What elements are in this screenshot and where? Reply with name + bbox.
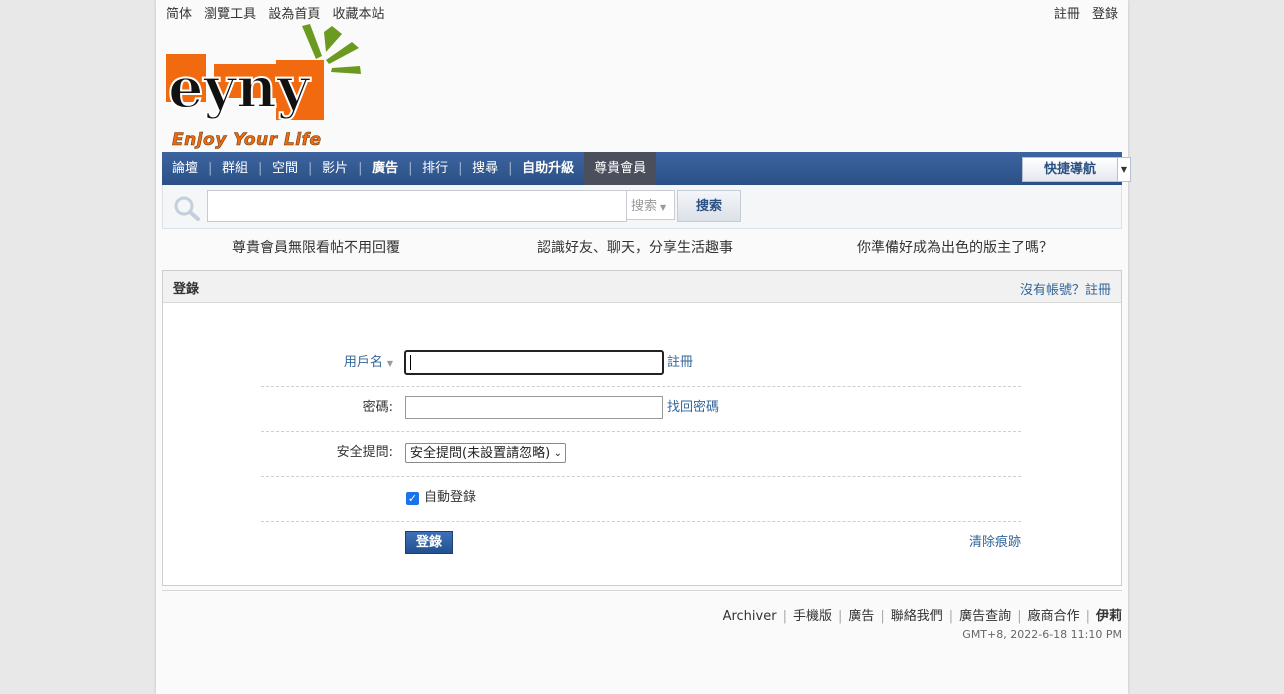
top-links-left: 简体 瀏覽工具 設為首頁 收藏本站 — [166, 3, 1118, 22]
auto-login-checkbox[interactable]: ✓ — [406, 492, 419, 505]
username-label-text: 用戶名 — [343, 355, 383, 370]
login-submit-button[interactable]: 登錄 — [405, 531, 453, 554]
quick-nav-label: 快捷導航 — [1043, 162, 1096, 177]
footer-divider: | — [880, 609, 885, 624]
security-question-row: 安全提問: 安全提問(未設置請忽略) ⌄ — [261, 431, 1021, 477]
footer-link-eyny[interactable]: 伊莉 — [1096, 609, 1122, 624]
nav-ranking[interactable]: 排行 — [412, 152, 458, 185]
search-type-label: 搜索 — [631, 199, 658, 214]
promo-link-friends[interactable]: 認識好友、聊天，分享生活趣事 — [537, 237, 733, 257]
top-links-bar: 简体 瀏覽工具 設為首頁 收藏本站 註冊 登錄 — [166, 3, 1118, 22]
login-title: 登錄 — [173, 282, 200, 297]
no-account-register-link[interactable]: 沒有帳號？註冊 — [1020, 279, 1111, 298]
text-cursor — [410, 355, 411, 370]
top-links-right: 註冊 登錄 — [1046, 3, 1118, 22]
page-container: 简体 瀏覽工具 設為首頁 收藏本站 註冊 登錄 eyny Enjoy Your … — [156, 0, 1131, 694]
password-label: 密碼: — [362, 400, 393, 415]
auto-login-label[interactable]: 自動登錄 — [424, 476, 476, 520]
chevron-down-icon: ⌄ — [553, 448, 562, 459]
password-input[interactable] — [405, 396, 663, 419]
promo-bar: 尊貴會員無限看帖不用回覆 認識好友、聊天，分享生活趣事 你準備好成為出色的版主了… — [162, 232, 1122, 262]
nav-search[interactable]: 搜尋 — [462, 152, 508, 185]
footer-timestamp: GMT+8, 2022-6-18 11:10 PM — [962, 628, 1122, 641]
security-question-value: 安全提問(未設置請忽略) — [410, 446, 551, 461]
security-question-select[interactable]: 安全提問(未設置請忽略) ⌄ — [405, 443, 566, 463]
footer-divider: | — [837, 609, 843, 624]
link-set-homepage[interactable]: 設為首頁 — [268, 7, 320, 22]
footer-link-mobile[interactable]: 手機版 — [793, 609, 832, 624]
nav-videos[interactable]: 影片 — [312, 152, 358, 185]
promo-link-moderator[interactable]: 你準備好成為出色的版主了嗎？ — [857, 237, 1053, 257]
login-panel-header: 登錄 沒有帳號？註冊 — [163, 271, 1121, 303]
search-icon — [173, 195, 200, 221]
footer-divider: | — [948, 609, 954, 624]
footer-divider: | — [1017, 609, 1022, 624]
footer: Archiver | 手機版 | 廣告 | 聯絡我們 | 廣告查詢 | 廠商合作 | 伊莉 GMT+8,… — [162, 590, 1122, 651]
svg-text:eyny: eyny — [168, 55, 311, 121]
link-bookmark-site[interactable]: 收藏本站 — [332, 7, 384, 22]
footer-link-partners[interactable]: 廠商合作 — [1028, 609, 1080, 624]
footer-link-ads[interactable]: 廣告 — [848, 609, 874, 624]
quick-nav-button[interactable]: 快捷導航 ▼ — [1022, 157, 1131, 182]
nav-forum[interactable]: 論壇 — [162, 152, 208, 185]
password-row: 密碼: 找回密碼 — [261, 386, 1021, 432]
link-simplified[interactable]: 简体 — [166, 7, 192, 22]
footer-link-ad-query[interactable]: 廣告查詢 — [959, 609, 1011, 624]
link-browser-tools[interactable]: 瀏覽工具 — [204, 7, 256, 22]
search-button[interactable]: 搜索 — [677, 190, 741, 222]
nav-self-upgrade[interactable]: 自助升級 — [512, 152, 584, 185]
recover-password-link[interactable]: 找回密碼 — [667, 386, 719, 430]
promo-link-vip[interactable]: 尊貴會員無限看帖不用回覆 — [232, 237, 400, 257]
chevron-down-icon: ▼ — [660, 203, 667, 212]
footer-link-archiver[interactable]: Archiver — [723, 609, 777, 624]
link-register[interactable]: 註冊 — [1054, 7, 1080, 22]
footer-links: Archiver | 手機版 | 廣告 | 聯絡我們 | 廣告查詢 | 廠商合作 | 伊莉 — [723, 605, 1122, 624]
footer-link-contact[interactable]: 聯絡我們 — [891, 609, 943, 624]
footer-divider: | — [1085, 609, 1090, 624]
chevron-down-icon[interactable]: ▼ — [1117, 157, 1131, 182]
clear-traces-link[interactable]: 清除痕跡 — [969, 521, 1021, 565]
security-question-label: 安全提問: — [336, 445, 393, 460]
nav-groups[interactable]: 群組 — [212, 152, 258, 185]
search-bar: 搜索 ▼ 搜索 — [162, 185, 1122, 229]
svg-text:Enjoy Your Life: Enjoy Your Life — [172, 130, 322, 150]
submit-row: 登錄 清除痕跡 — [261, 521, 1021, 566]
footer-divider: | — [782, 609, 787, 624]
chevron-down-icon: ▼ — [386, 359, 393, 368]
nav-vip-member[interactable]: 尊貴會員 — [584, 152, 657, 185]
site-logo[interactable]: eyny Enjoy Your Life — [164, 22, 364, 150]
login-panel: 登錄 沒有帳號？註冊 用戶名 ▼ 註冊 密碼: 找回密碼 安全提問: 安全提問(未… — [162, 270, 1122, 586]
search-type-select[interactable]: 搜索 ▼ — [627, 190, 675, 220]
link-login[interactable]: 登錄 — [1092, 7, 1118, 22]
main-nav: 論壇 | 群組 | 空間 | 影片 | 廣告 | 排行 | 搜尋 | 自助升級 … — [162, 152, 1131, 185]
register-link[interactable]: 註冊 — [667, 341, 693, 385]
nav-ads[interactable]: 廣告 — [362, 152, 408, 185]
nav-space[interactable]: 空間 — [262, 152, 308, 185]
username-label[interactable]: 用戶名 ▼ — [344, 341, 393, 386]
username-row: 用戶名 ▼ 註冊 — [261, 341, 1021, 387]
search-input[interactable] — [207, 190, 627, 222]
auto-login-row: ✓ 自動登錄 — [261, 476, 1021, 522]
username-input[interactable] — [404, 350, 664, 375]
